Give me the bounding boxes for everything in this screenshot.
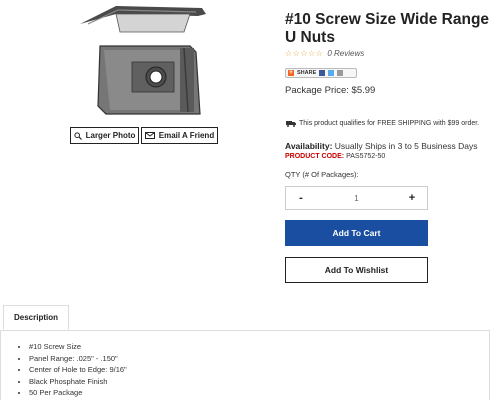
shipping-note: This product qualifies for FREE SHIPPING… bbox=[286, 120, 479, 127]
product-code-value: PAS5752-50 bbox=[346, 153, 386, 160]
availability: Availability: Usually Ships in 3 to 5 Bu… bbox=[285, 141, 477, 151]
share-button[interactable]: + SHARE bbox=[285, 68, 357, 78]
add-to-cart-button[interactable]: Add To Cart bbox=[285, 220, 428, 246]
availability-label: Availability: bbox=[285, 141, 333, 151]
envelope-icon bbox=[144, 132, 155, 139]
add-to-wishlist-button[interactable]: Add To Wishlist bbox=[285, 257, 428, 283]
email-share-icon bbox=[337, 70, 344, 76]
rating-row: ☆☆☆☆☆ 0 Reviews bbox=[285, 49, 364, 58]
tab-description[interactable]: Description bbox=[3, 305, 69, 330]
reviews-link[interactable]: 0 Reviews bbox=[327, 49, 364, 58]
larger-photo-label: Larger Photo bbox=[85, 131, 136, 140]
list-item: 50 Per Package bbox=[29, 387, 127, 399]
email-friend-button[interactable]: Email A Friend bbox=[141, 127, 218, 144]
product-code-label: PRODUCT CODE: bbox=[285, 153, 345, 160]
share-label: SHARE bbox=[297, 70, 317, 76]
list-item: #10 Screw Size bbox=[29, 341, 127, 353]
rating-stars: ☆☆☆☆☆ bbox=[285, 49, 324, 58]
facebook-icon bbox=[319, 70, 326, 76]
qty-increase-button[interactable]: + bbox=[397, 192, 427, 204]
qty-input[interactable]: 1 bbox=[316, 194, 397, 203]
list-item: Black Phosphate Finish bbox=[29, 376, 127, 388]
qty-label: QTY (# Of Packages): bbox=[285, 170, 359, 179]
email-friend-label: Email A Friend bbox=[158, 131, 215, 140]
list-item: Panel Range: .025" - .150" bbox=[29, 353, 127, 365]
magnifier-icon bbox=[74, 131, 82, 140]
qty-decrease-button[interactable]: - bbox=[286, 192, 316, 204]
product-image bbox=[80, 6, 206, 115]
package-price: Package Price: $5.99 bbox=[285, 85, 376, 96]
plus-icon: + bbox=[288, 70, 294, 76]
description-list: #10 Screw Size Panel Range: .025" - .150… bbox=[15, 341, 127, 399]
availability-value: Usually Ships in 3 to 5 Business Days bbox=[334, 141, 478, 151]
list-item: Center of Hole to Edge: 9/16" bbox=[29, 364, 127, 376]
quantity-stepper: - 1 + bbox=[285, 186, 428, 210]
product-code: PRODUCT CODE: PAS5752-50 bbox=[285, 153, 385, 160]
twitter-icon bbox=[328, 70, 335, 76]
truck-icon bbox=[286, 121, 296, 127]
shipping-note-text: This product qualifies for FREE SHIPPING… bbox=[299, 120, 480, 127]
product-title: #10 Screw Size Wide Range U Nuts bbox=[285, 11, 490, 46]
description-panel: #10 Screw Size Panel Range: .025" - .150… bbox=[0, 331, 490, 400]
larger-photo-button[interactable]: Larger Photo bbox=[70, 127, 139, 144]
